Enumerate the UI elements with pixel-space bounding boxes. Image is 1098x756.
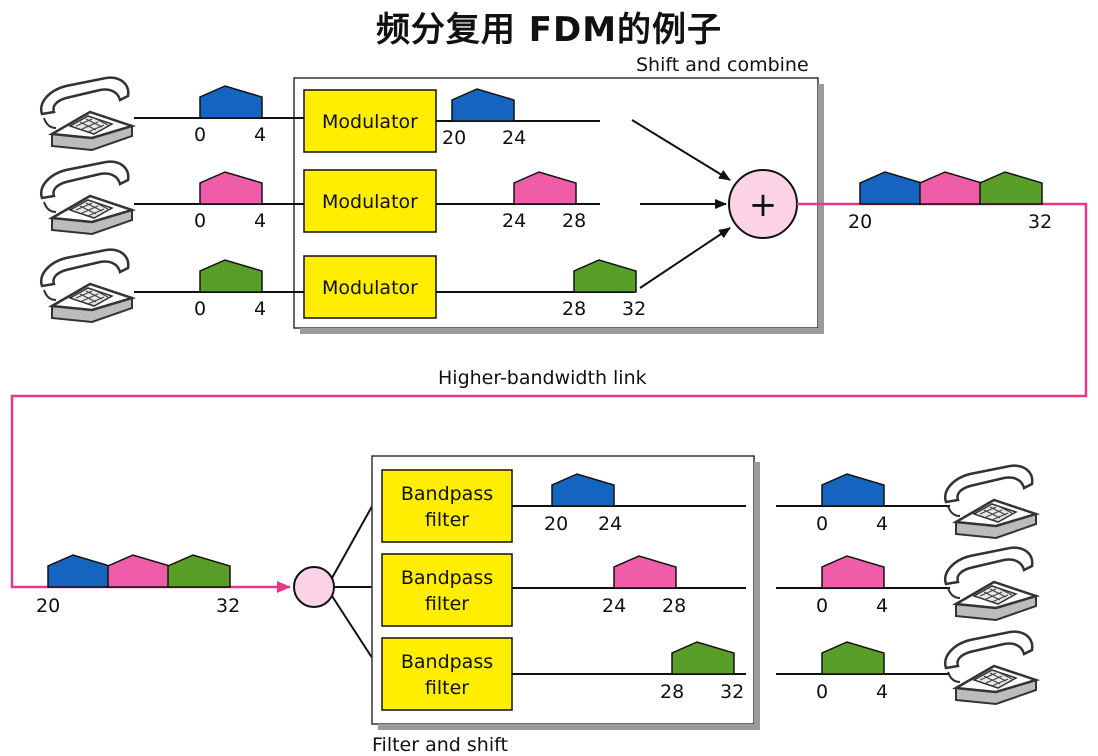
band-start-label: 0 xyxy=(194,124,206,146)
filter-label-line1: Bandpass xyxy=(401,567,493,589)
band-end-label: 32 xyxy=(720,681,744,703)
band-end-label: 28 xyxy=(662,595,686,617)
demux-caption: Filter and shift xyxy=(372,734,508,756)
band-start-label: 20 xyxy=(848,211,872,233)
band-start-label: 24 xyxy=(602,595,626,617)
mux-frame-shadow-bottom xyxy=(300,328,824,334)
spectrum-shape-icon xyxy=(199,171,263,205)
band-end-label: 32 xyxy=(1028,211,1052,233)
band-start-label: 0 xyxy=(816,595,828,617)
band-start-label: 0 xyxy=(194,298,206,320)
band-end-label: 4 xyxy=(876,513,888,535)
spectrum-shape-icon xyxy=(821,555,885,589)
bandpass-filter-box xyxy=(381,553,513,627)
spectrum-shape-icon xyxy=(199,85,263,119)
band-start-label: 0 xyxy=(194,210,206,232)
fdm-diagram: Shift and combine 0 4 Modulator 20 24 0 … xyxy=(10,54,1088,756)
telephone-icon xyxy=(943,464,1038,540)
spectrum-shape-icon xyxy=(47,554,111,588)
demux-frame-shadow-bottom xyxy=(378,724,760,730)
telephone-icon xyxy=(943,630,1038,706)
band-start-label: 20 xyxy=(442,127,466,149)
bandpass-filter-box xyxy=(381,469,513,543)
mux-frame-shadow xyxy=(818,84,824,334)
fdm-diagram-page: 频分复用 FDM的例子 Shift and combine 0 4 Modula… xyxy=(0,0,1098,756)
filter-label-line2: filter xyxy=(425,593,469,615)
band-start-label: 28 xyxy=(562,298,586,320)
splitter-circle xyxy=(293,566,335,608)
filter-label-line1: Bandpass xyxy=(401,651,493,673)
band-end-label: 24 xyxy=(502,127,526,149)
spectrum-shape-icon xyxy=(859,171,923,205)
telephone-icon xyxy=(943,546,1038,622)
telephone-icon xyxy=(39,76,134,152)
band-end-label: 4 xyxy=(254,298,266,320)
spectrum-shape-icon xyxy=(979,171,1043,205)
telephone-icon xyxy=(39,248,134,324)
band-start-label: 20 xyxy=(36,595,60,617)
band-end-label: 4 xyxy=(254,124,266,146)
modulator-label: Modulator xyxy=(322,277,418,299)
spectrum-shape-icon xyxy=(107,554,171,588)
mux-caption: Shift and combine xyxy=(636,54,809,76)
modulator-label: Modulator xyxy=(322,111,418,133)
band-start-label: 0 xyxy=(816,513,828,535)
demux-frame-shadow xyxy=(754,462,760,730)
band-end-label: 4 xyxy=(254,210,266,232)
band-end-label: 28 xyxy=(562,210,586,232)
band-start-label: 28 xyxy=(660,681,684,703)
bandpass-filter-box xyxy=(381,637,513,711)
band-end-label: 4 xyxy=(876,681,888,703)
band-end-label: 24 xyxy=(598,513,622,535)
spectrum-shape-icon xyxy=(821,641,885,675)
spectrum-shape-icon xyxy=(199,259,263,293)
spectrum-shape-icon xyxy=(919,171,983,205)
telephone-icon xyxy=(39,160,134,236)
spectrum-shape-icon xyxy=(167,554,231,588)
filter-label-line2: filter xyxy=(425,509,469,531)
filter-label-line1: Bandpass xyxy=(401,483,493,505)
spectrum-shape-icon xyxy=(821,473,885,507)
band-start-label: 24 xyxy=(502,210,526,232)
filter-label-line2: filter xyxy=(425,677,469,699)
band-end-label: 32 xyxy=(216,595,240,617)
band-start-label: 0 xyxy=(816,681,828,703)
link-label: Higher-bandwidth link xyxy=(438,367,647,389)
band-end-label: 32 xyxy=(622,298,646,320)
modulator-label: Modulator xyxy=(322,191,418,213)
band-start-label: 20 xyxy=(544,513,568,535)
band-end-label: 4 xyxy=(876,595,888,617)
plus-icon: + xyxy=(749,185,778,225)
